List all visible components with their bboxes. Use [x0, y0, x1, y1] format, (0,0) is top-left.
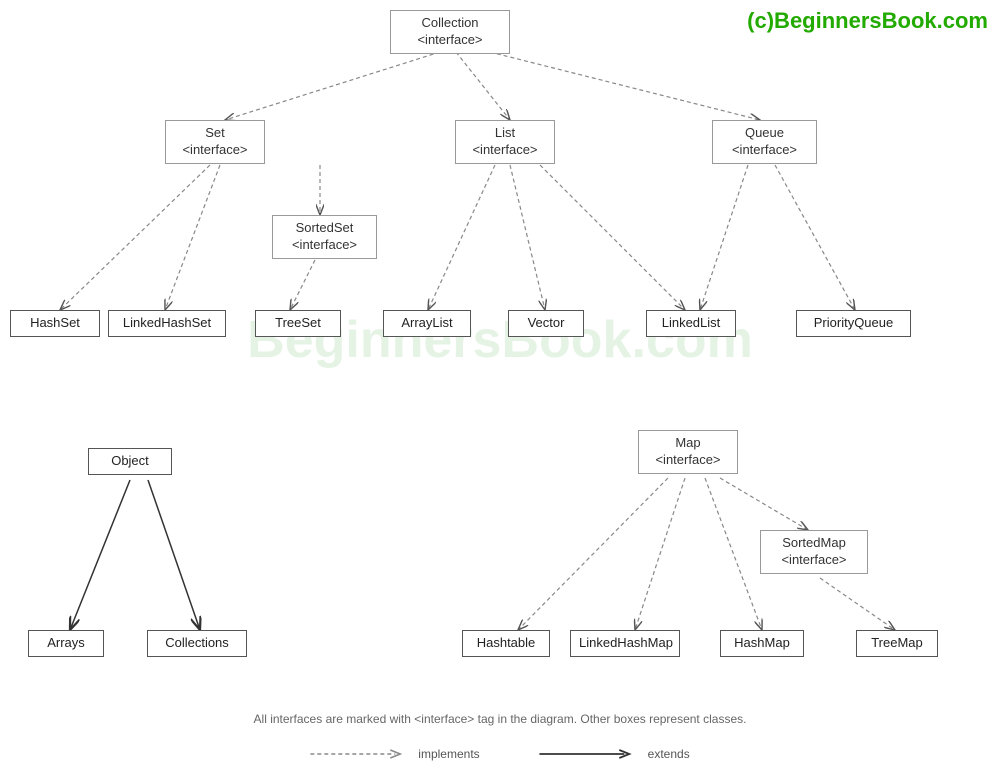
brand: (c)BeginnersBook.com: [747, 8, 988, 34]
node-sortedmap: SortedMap <interface>: [760, 530, 868, 574]
node-list: List <interface>: [455, 120, 555, 164]
diagram: BeginnersBook.com (c)BeginnersBook.com: [0, 0, 1000, 778]
node-linkedlist: LinkedList: [646, 310, 736, 337]
node-map: Map <interface>: [638, 430, 738, 474]
node-treeset: TreeSet: [255, 310, 341, 337]
node-linkedhashset: LinkedHashSet: [108, 310, 226, 337]
footer-note: All interfaces are marked with <interfac…: [254, 712, 747, 726]
node-vector: Vector: [508, 310, 584, 337]
node-arrays: Arrays: [28, 630, 104, 657]
implements-label: implements: [418, 747, 479, 761]
node-sortedset: SortedSet <interface>: [272, 215, 377, 259]
node-collections: Collections: [147, 630, 247, 657]
node-arraylist: ArrayList: [383, 310, 471, 337]
extends-line-icon: [540, 746, 640, 762]
node-hashmap: HashMap: [720, 630, 804, 657]
arrows-svg: [0, 0, 1000, 778]
extends-label: extends: [648, 747, 690, 761]
legend-implements: implements: [310, 746, 479, 762]
implements-line-icon: [310, 746, 410, 762]
node-linkedhashmap: LinkedHashMap: [570, 630, 680, 657]
node-treemap: TreeMap: [856, 630, 938, 657]
node-collection: Collection <interface>: [390, 10, 510, 54]
node-hashtable: Hashtable: [462, 630, 550, 657]
node-object: Object: [88, 448, 172, 475]
node-queue: Queue <interface>: [712, 120, 817, 164]
node-set: Set <interface>: [165, 120, 265, 164]
legend: implements extends: [310, 746, 689, 762]
legend-extends: extends: [540, 746, 690, 762]
node-priorityqueue: PriorityQueue: [796, 310, 911, 337]
node-hashset: HashSet: [10, 310, 100, 337]
